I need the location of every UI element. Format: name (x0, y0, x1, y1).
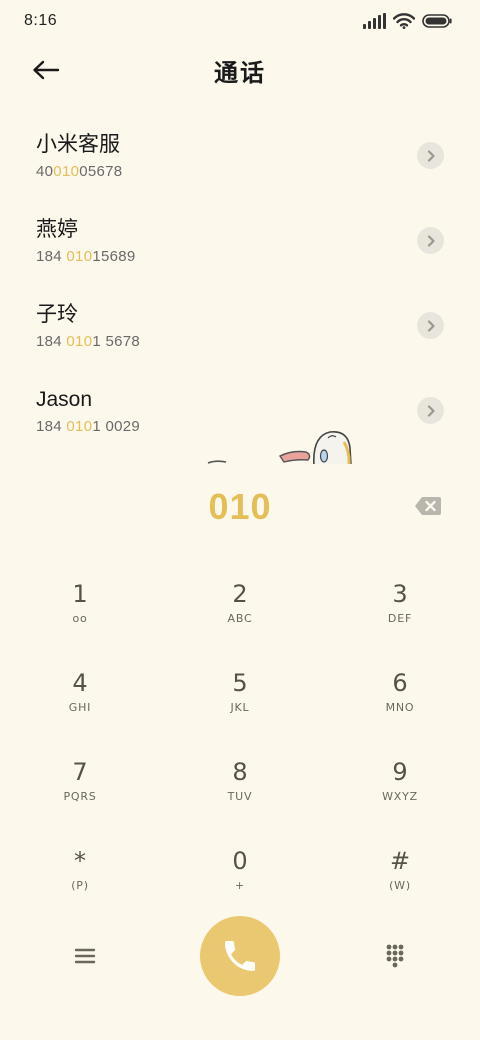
status-icons (363, 13, 452, 29)
dialed-number: 010 (208, 486, 272, 527)
contact-name: 燕婷 (36, 218, 78, 241)
key-letters: MNO (385, 701, 415, 714)
contact-number: 4001005678 (36, 163, 480, 181)
number-prefix: 184 (36, 418, 67, 435)
key-letters: WXYZ (382, 790, 418, 803)
contact-number: 184 01015689 (36, 248, 480, 266)
contact-detail-button[interactable] (417, 142, 444, 169)
page-title: 通话 (214, 59, 266, 87)
number-prefix: 184 (36, 248, 67, 265)
number-suffix: 05678 (79, 163, 123, 180)
wifi-icon (393, 13, 415, 29)
key-letters: + (234, 879, 246, 892)
key-letters: JKL (230, 701, 250, 714)
menu-icon (74, 948, 96, 964)
key-digit: 3 (392, 580, 408, 608)
key-letters: DEF (387, 612, 413, 625)
list-item[interactable]: 子玲 184 0101 5678 (0, 282, 480, 367)
contact-detail-button[interactable] (417, 312, 444, 339)
chevron-right-icon (427, 234, 435, 247)
theme-sticker-illustration (204, 428, 354, 464)
bottom-action-bar (0, 915, 480, 997)
key-1[interactable]: 1 oo (0, 572, 160, 661)
key-8[interactable]: 8 TUV (160, 750, 320, 839)
dial-display: 010 (0, 484, 480, 530)
list-item[interactable]: 小米客服 4001005678 (0, 112, 480, 197)
number-match: 010 (66, 418, 93, 435)
key-4[interactable]: 4 GHI (0, 661, 160, 750)
key-digit: # (389, 847, 411, 875)
key-9[interactable]: 9 WXYZ (320, 750, 480, 839)
chevron-right-icon (427, 149, 435, 162)
arrow-left-icon (33, 60, 60, 80)
key-3[interactable]: 3 DEF (320, 572, 480, 661)
backspace-button[interactable] (414, 496, 442, 516)
key-letters: TUV (227, 790, 253, 803)
number-suffix: 1 5678 (92, 333, 141, 350)
dialpad-icon (386, 944, 404, 968)
contact-number: 184 0101 5678 (36, 333, 480, 351)
contact-detail-button[interactable] (417, 227, 444, 254)
chevron-right-icon (427, 319, 435, 332)
key-digit: 5 (232, 669, 248, 697)
key-2[interactable]: 2 ABC (160, 572, 320, 661)
key-digit: 0 (232, 847, 248, 875)
number-suffix: 1 0029 (92, 418, 141, 435)
signal-icon (363, 13, 386, 29)
keypad-row: 1 oo 2 ABC 3 DEF (0, 572, 480, 661)
key-digit: 1 (72, 580, 88, 608)
backspace-icon (415, 497, 441, 515)
key-digit: * (74, 847, 86, 875)
key-letters: GHI (68, 701, 92, 714)
contact-name: Jason (36, 388, 93, 411)
key-letters: ABC (227, 612, 253, 625)
number-prefix: 184 (36, 333, 67, 350)
key-digit: 2 (232, 580, 248, 608)
status-bar: 8:16 (0, 0, 480, 42)
voicemail-icon: oo (72, 612, 88, 625)
key-digit: 7 (72, 758, 88, 786)
contact-name: 小米客服 (36, 133, 120, 156)
key-digit: 9 (392, 758, 408, 786)
number-match: 010 (53, 163, 80, 180)
phone-icon (225, 941, 255, 971)
list-item[interactable]: 燕婷 184 01015689 (0, 197, 480, 282)
keypad-row: 7 PQRS 8 TUV 9 WXYZ (0, 750, 480, 839)
dial-keypad: 1 oo 2 ABC 3 DEF 4 GHI 5 JKL 6 MNO 7 PQR… (0, 572, 480, 928)
key-digit: 6 (392, 669, 408, 697)
keypad-row: 4 GHI 5 JKL 6 MNO (0, 661, 480, 750)
number-prefix: 40 (36, 163, 54, 180)
status-time: 8:16 (24, 12, 58, 29)
contact-detail-button[interactable] (417, 397, 444, 424)
dialpad-toggle-button[interactable] (380, 939, 410, 973)
key-digit: 8 (232, 758, 248, 786)
header: 通话 (0, 46, 480, 94)
key-7[interactable]: 7 PQRS (0, 750, 160, 839)
menu-button[interactable] (68, 941, 102, 971)
back-button[interactable] (26, 54, 66, 86)
key-letters: (W) (389, 879, 411, 892)
key-6[interactable]: 6 MNO (320, 661, 480, 750)
search-results-list: 小米客服 4001005678 燕婷 184 01015689 子玲 184 0… (0, 112, 480, 452)
key-letters: (P) (71, 879, 89, 892)
call-button[interactable] (200, 916, 280, 996)
chevron-right-icon (427, 404, 435, 417)
battery-icon (422, 14, 452, 28)
contact-name: 子玲 (36, 303, 78, 326)
number-match: 010 (66, 248, 93, 265)
key-letters: PQRS (63, 790, 97, 803)
number-suffix: 15689 (92, 248, 136, 265)
number-match: 010 (66, 333, 93, 350)
key-5[interactable]: 5 JKL (160, 661, 320, 750)
key-digit: 4 (72, 669, 88, 697)
